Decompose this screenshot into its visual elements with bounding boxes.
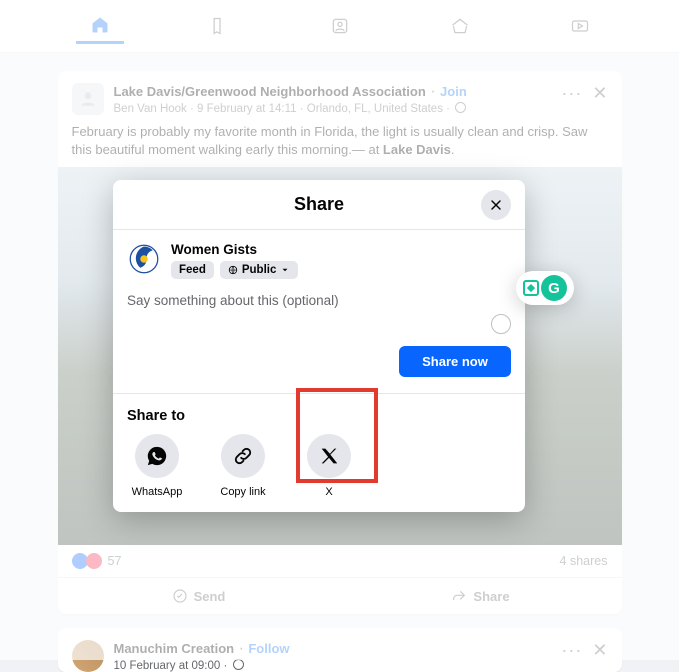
post-hide-button[interactable]: ✕ (592, 83, 607, 104)
join-link[interactable]: Join (440, 84, 467, 99)
audience-selector[interactable]: Public (220, 261, 299, 279)
link-icon (232, 445, 254, 467)
post-menu-button[interactable]: ··· (561, 83, 582, 104)
share-to-heading: Share to (127, 408, 511, 424)
post-hide-button[interactable]: ✕ (592, 640, 607, 661)
post-text: February is probably my favorite month i… (58, 115, 622, 167)
share-target-copylink[interactable]: Copy link (213, 434, 273, 498)
globe-icon (455, 102, 466, 113)
post-menu-button[interactable]: ··· (561, 640, 582, 661)
feed-selector[interactable]: Feed (171, 261, 214, 279)
post-byline: 10 February at 09:00 · (114, 659, 552, 672)
group-link[interactable]: Lake Davis/Greenwood Neighborhood Associ… (114, 84, 426, 99)
close-icon (488, 197, 504, 213)
nav-marketplace[interactable] (436, 8, 484, 44)
post-card: Manuchim Creation · Follow 10 February a… (58, 628, 622, 672)
nav-home[interactable] (76, 8, 124, 44)
author-avatar[interactable] (72, 640, 104, 672)
globe-icon (233, 659, 244, 670)
author-link[interactable]: Manuchim Creation (114, 641, 235, 656)
globe-icon (228, 265, 238, 275)
emoji-picker-button[interactable] (491, 314, 511, 334)
nav-groups[interactable] (316, 8, 364, 44)
share-now-button[interactable]: Share now (399, 346, 511, 377)
follow-link[interactable]: Follow (248, 641, 289, 656)
chevron-down-icon (280, 265, 290, 275)
grammarly-icon: G (541, 275, 567, 301)
page-name[interactable]: Women Gists (171, 242, 298, 257)
composer-input[interactable]: Say something about this (optional) (127, 293, 511, 308)
post-byline: Ben Van Hook · 9 February at 14:11 · Orl… (114, 102, 552, 115)
whatsapp-icon (146, 445, 168, 467)
x-icon (318, 445, 340, 467)
page-avatar[interactable] (127, 242, 161, 276)
nav-pages[interactable] (196, 8, 244, 44)
grammarly-tone-icon: ⬥ (523, 280, 539, 296)
share-icon (451, 588, 467, 604)
reactions-summary[interactable]: 57 (72, 553, 122, 569)
share-target-x[interactable]: X (299, 434, 359, 498)
top-navigation (0, 0, 679, 53)
nav-video[interactable] (556, 8, 604, 44)
shares-count[interactable]: 4 shares (560, 554, 608, 568)
share-button[interactable]: Share (340, 578, 622, 614)
share-modal: Share Women Gists Feed Public (113, 180, 525, 512)
close-button[interactable] (481, 190, 511, 220)
grammarly-widget[interactable]: ⬥ G (516, 271, 574, 305)
modal-title: Share (294, 194, 344, 215)
share-target-whatsapp[interactable]: WhatsApp (127, 434, 187, 498)
group-avatar[interactable] (72, 83, 104, 115)
send-button[interactable]: Send (58, 578, 340, 614)
send-icon (172, 588, 188, 604)
love-icon (86, 553, 102, 569)
